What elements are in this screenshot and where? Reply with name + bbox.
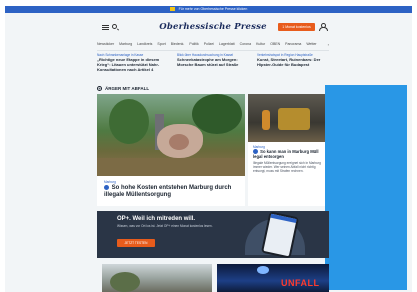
article-teaser-text: Illegale Müllentsorgung ereignet sich in… — [253, 161, 321, 173]
side-article-card[interactable]: Marburg So kann man in Marburg Müll lega… — [248, 94, 329, 206]
nav-item-lagerblatt[interactable]: Lagerblatt — [219, 42, 235, 46]
nav-item-marburg[interactable]: Marburg — [119, 42, 132, 46]
banner-icon — [169, 7, 175, 12]
top-banner-text: Für mehr von Oberhessische Presse klicke… — [178, 7, 248, 11]
subscription-promo: OP+. Weil ich mitreden will. Wissen, was… — [97, 211, 329, 259]
plus-badge-icon — [104, 185, 109, 190]
phone-screen-bar — [270, 213, 297, 224]
nav-item-landkreis[interactable]: Landkreis — [137, 42, 152, 46]
nav-item-kultur[interactable]: Kultur — [256, 42, 265, 46]
plus-icon: + — [97, 86, 102, 91]
promo-title: OP+. Weil ich mitreden will. — [117, 216, 196, 222]
image-worker — [262, 110, 270, 130]
teaser-row: Nach Schrankenanlage in Kasse „Richtige … — [97, 53, 329, 73]
main-nav: Newsticker Marburg Landkreis Sport Biede… — [97, 40, 329, 48]
teaser-headline: „Richtige neue Etappe in diesem Krieg“: … — [97, 57, 160, 72]
advertisement[interactable] — [325, 85, 407, 290]
promo-button[interactable]: JETZT TESTEN — [117, 239, 155, 247]
image-bush — [110, 272, 140, 292]
top-banner[interactable]: Für mehr von Oberhessische Presse klicke… — [5, 6, 412, 13]
image-tree — [109, 99, 149, 144]
nav-item-newsticker[interactable]: Newsticker — [97, 42, 114, 46]
promo-text: Wissen, was vor Ort los ist. Jetzt OP+ e… — [117, 224, 213, 228]
section-header: + ÄRGER MIT ABFALL — [97, 86, 149, 91]
nav-item-sport[interactable]: Sport — [157, 42, 165, 46]
nav-item-oben[interactable]: OBEN — [270, 42, 280, 46]
nav-item-corona[interactable]: Corona — [240, 42, 251, 46]
image-tree — [192, 94, 242, 134]
section-title: ÄRGER MIT ABFALL — [105, 86, 150, 91]
article-headline[interactable]: So hohe Kosten entstehen Marburg durch i… — [104, 185, 242, 199]
side-article-image — [248, 94, 329, 142]
main-article-card[interactable]: Marburg So hohe Kosten entstehen Marburg… — [97, 94, 245, 206]
teaser-item[interactable]: Verkehrshotspot in Region Hauptstraße Ku… — [257, 53, 329, 73]
nav-item-wetter[interactable]: Wetter — [306, 42, 316, 46]
teaser-headline: Schneekatastrophe am Morgen: Morsche Bau… — [177, 57, 239, 67]
article-thumbnail[interactable] — [102, 264, 212, 292]
nav-item-panorama[interactable]: Panorama — [285, 42, 301, 46]
teaser-headline: Kunst, Streetart, Ruinenbars: Der Hipste… — [257, 57, 321, 67]
user-icon[interactable] — [319, 23, 328, 31]
teaser-item[interactable]: Nach Schrankenanlage in Kasse „Richtige … — [97, 53, 169, 73]
divider — [97, 50, 329, 51]
article-headline-text: So hohe Kosten entstehen Marburg durch i… — [104, 185, 232, 199]
nav-item-politik[interactable]: Politik — [189, 42, 198, 46]
image-machine — [278, 108, 310, 130]
nav-item-polizei[interactable]: Polizei — [204, 42, 214, 46]
article-thumbnail[interactable]: UNFALL — [217, 264, 329, 292]
main-article-image — [97, 94, 245, 176]
image-ground — [97, 158, 245, 176]
chevron-right-icon[interactable]: › — [328, 42, 329, 47]
subscribe-button[interactable]: 1 Monat kostenlos — [278, 23, 315, 31]
article-headline[interactable]: So kann man in Marburg Müll legal entsor… — [253, 149, 327, 159]
image-sign-text: UNFALL — [281, 278, 320, 288]
nav-item-biedenkopf[interactable]: Biedenk. — [171, 42, 185, 46]
site-header: Oberhessische Presse 1 Monat kostenlos — [97, 18, 329, 38]
article-kicker: Marburg — [104, 180, 116, 184]
image-garbage-bag — [169, 134, 189, 150]
image-blue-light — [257, 266, 269, 274]
page: Oberhessische Presse 1 Monat kostenlos N… — [5, 13, 412, 292]
article-headline-text: So kann man in Marburg Müll legal entsor… — [253, 149, 319, 160]
teaser-item[interactable]: Blick über Hausdurchsuchung in Kassel Sc… — [177, 53, 249, 73]
